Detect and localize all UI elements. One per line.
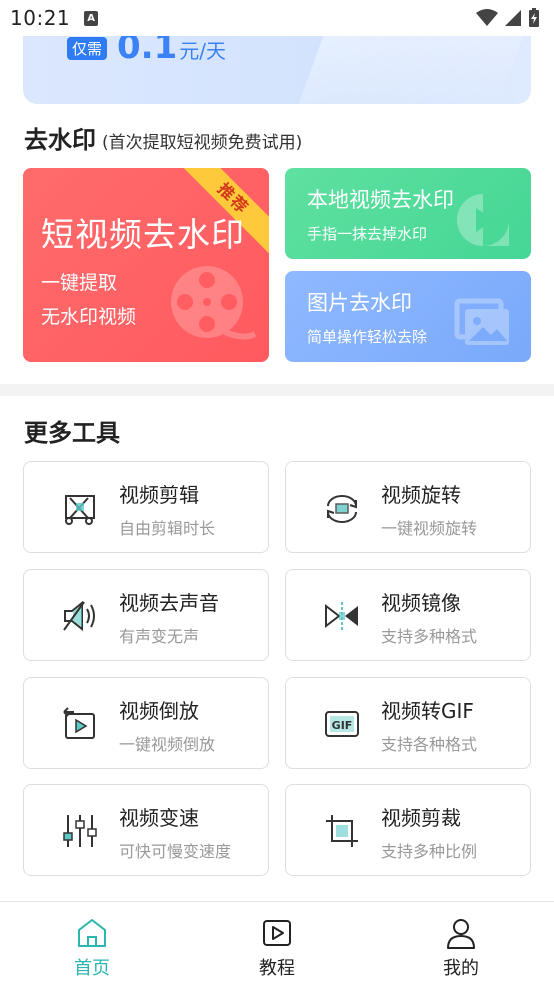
speaker-icon (63, 600, 95, 632)
watermark-title: 去水印 (24, 126, 96, 154)
local-video-watermark-card[interactable]: 本地视频去水印 手指一抹去掉水印 (285, 168, 531, 259)
image-card-title: 图片去水印 (307, 291, 412, 315)
section-divider (0, 384, 554, 396)
signal-icon (505, 10, 521, 26)
play-icon (263, 920, 291, 946)
tool-name: 视频倒放 (119, 699, 199, 723)
tool-video-mute[interactable]: 视频去声音 有声变无声 (23, 569, 269, 661)
tool-video-reverse[interactable]: 视频倒放 一键视频倒放 (23, 677, 269, 769)
gif-icon: GIF (325, 711, 359, 737)
banner-price: 仅需 0.1 元/天 (67, 36, 226, 64)
short-video-card-line1: 一键提取 (41, 272, 118, 294)
battery-charging-icon (529, 8, 539, 27)
nav-home-label: 首页 (74, 958, 110, 979)
nav-tutorial[interactable]: 教程 (217, 902, 337, 984)
tool-desc: 支持多种比例 (381, 842, 478, 861)
tool-video-cut[interactable]: 视频剪辑 自由剪辑时长 (23, 461, 269, 553)
tool-video-crop[interactable]: 视频剪裁 支持多种比例 (285, 784, 531, 876)
image-card-subtitle: 简单操作轻松去除 (307, 328, 428, 346)
crop-icon (326, 815, 358, 847)
tool-desc: 一键视频倒放 (119, 735, 216, 754)
status-icons (476, 8, 540, 28)
watermark-subtitle: (首次提取短视频免费试用) (102, 133, 303, 153)
rotate-icon (327, 495, 357, 523)
short-video-watermark-card[interactable]: 推荐 短视频去水印 一键提取 无水印视频 (23, 168, 269, 362)
tool-video-rotate[interactable]: 视频旋转 一键视频旋转 (285, 461, 531, 553)
image-icon (454, 298, 509, 345)
tool-name: 视频变速 (119, 806, 199, 830)
price-badge: 仅需 (67, 37, 108, 60)
tool-name: 视频剪裁 (381, 806, 461, 830)
tool-desc: 有声变无声 (119, 627, 200, 646)
tool-video-gif[interactable]: GIF 视频转GIF 支持各种格式 (285, 677, 531, 769)
scissors-icon (65, 495, 95, 525)
wifi-icon (476, 9, 498, 26)
tools-section-title: 更多工具 (24, 419, 120, 447)
tool-video-mirror[interactable]: 视频镜像 支持多种格式 (285, 569, 531, 661)
home-icon (78, 919, 106, 947)
mirror-icon (325, 602, 358, 630)
nav-profile[interactable]: 我的 (401, 902, 521, 984)
local-video-card-subtitle: 手指一抹去掉水印 (307, 225, 428, 243)
image-watermark-card[interactable]: 图片去水印 简单操作轻松去除 (285, 271, 531, 362)
status-time: 10:21 (10, 6, 71, 30)
vip-price-banner[interactable]: 仅需 0.1 元/天 (23, 36, 531, 104)
watermark-section-title: 去水印 (首次提取短视频免费试用) (24, 120, 302, 155)
short-video-card-title: 短视频去水印 (41, 215, 245, 254)
svg-text:GIF: GIF (332, 719, 353, 732)
price-unit: 元/天 (179, 39, 226, 63)
tool-name: 视频旋转 (381, 483, 461, 507)
status-bar: 10:21 A (0, 0, 554, 36)
tool-desc: 一键视频旋转 (381, 519, 478, 538)
user-icon (447, 919, 475, 949)
nav-home[interactable]: 首页 (32, 902, 152, 984)
nav-profile-label: 我的 (443, 958, 479, 979)
price-amount: 0.1 (117, 36, 178, 67)
film-reel-icon (171, 266, 257, 340)
sliders-icon (63, 815, 97, 847)
bottom-navigation: 首页 教程 我的 (0, 901, 554, 984)
video-play-icon (457, 194, 509, 246)
tool-desc: 自由剪辑时长 (119, 519, 216, 538)
tool-desc: 支持多种格式 (381, 627, 478, 646)
notification-a-icon: A (84, 10, 99, 26)
nav-tutorial-label: 教程 (259, 958, 295, 979)
tool-name: 视频去声音 (119, 591, 219, 615)
local-video-card-title: 本地视频去水印 (307, 188, 454, 212)
tool-desc: 可快可慢变速度 (119, 842, 232, 861)
tool-video-speed[interactable]: 视频变速 可快可慢变速度 (23, 784, 269, 876)
tool-name: 视频镜像 (381, 591, 461, 615)
tool-name: 视频剪辑 (119, 483, 199, 507)
reverse-icon (63, 707, 95, 739)
banner-decoration (298, 36, 524, 104)
tool-name: 视频转GIF (381, 699, 474, 723)
tool-desc: 支持各种格式 (381, 735, 478, 754)
short-video-card-line2: 无水印视频 (41, 306, 137, 328)
